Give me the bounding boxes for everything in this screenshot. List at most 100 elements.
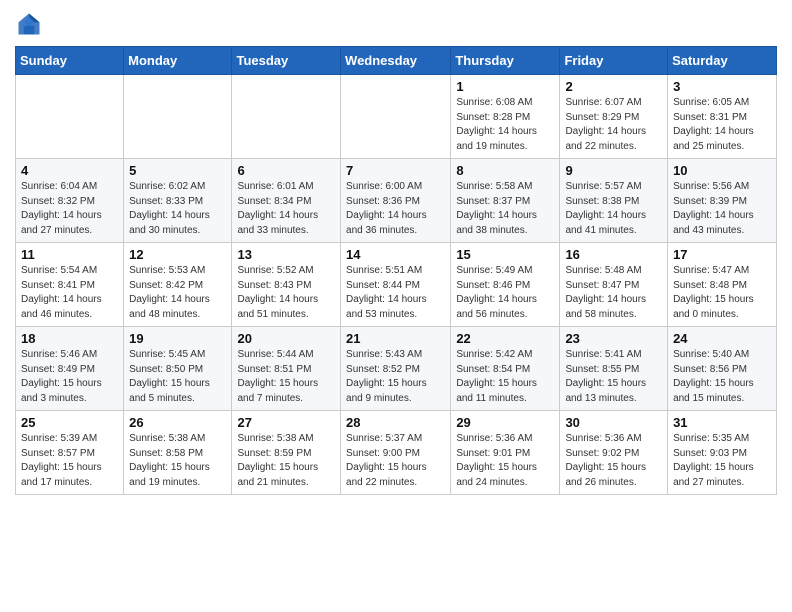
calendar-cell: 10 Sunrise: 5:56 AM Sunset: 8:39 PM Dayli…: [668, 159, 777, 243]
day-number: 17: [673, 247, 771, 262]
logo-icon: [15, 10, 43, 38]
day-number: 23: [565, 331, 662, 346]
day-number: 13: [237, 247, 335, 262]
day-number: 1: [456, 79, 554, 94]
calendar-cell: 17 Sunrise: 5:47 AM Sunset: 8:48 PM Dayli…: [668, 243, 777, 327]
calendar-cell: 4 Sunrise: 6:04 AM Sunset: 8:32 PM Daylig…: [16, 159, 124, 243]
day-info: Sunrise: 5:38 AM Sunset: 8:59 PM Dayligh…: [237, 432, 335, 490]
day-info: Sunrise: 5:57 AM Sunset: 8:38 PM Dayligh…: [565, 180, 662, 238]
calendar-cell: 30Sunrise: 5:36 AM Sunset: 9:02 PM Dayli…: [560, 411, 668, 495]
day-number: 3: [673, 79, 771, 94]
day-info: Sunrise: 6:08 AM Sunset: 8:28 PM Dayligh…: [456, 96, 554, 154]
day-info: Sunrise: 5:56 AM Sunset: 8:39 PM Dayligh…: [673, 180, 771, 238]
day-info: Sunrise: 5:52 AM Sunset: 8:43 PM Dayligh…: [237, 264, 335, 322]
day-number: 21: [346, 331, 445, 346]
calendar-header-row: SundayMondayTuesdayWednesdayThursdayFrid…: [16, 47, 777, 75]
day-number: 31: [673, 415, 771, 430]
calendar-cell: 26 Sunrise: 5:38 AM Sunset: 8:58 PM Dayli…: [124, 411, 232, 495]
calendar-cell: 29 Sunrise: 5:36 AM Sunset: 9:01 PM Dayli…: [451, 411, 560, 495]
calendar-cell: 25Sunrise: 5:39 AM Sunset: 8:57 PM Dayli…: [16, 411, 124, 495]
day-info: Sunrise: 5:41 AM Sunset: 8:55 PM Dayligh…: [565, 348, 662, 406]
day-number: 18: [21, 331, 118, 346]
day-info: Sunrise: 5:36 AM Sunset: 9:01 PM Dayligh…: [456, 432, 554, 490]
calendar-cell: 2 Sunrise: 6:07 AM Sunset: 8:29 PM Daylig…: [560, 75, 668, 159]
day-number: 16: [565, 247, 662, 262]
calendar-cell: 31Sunrise: 5:35 AM Sunset: 9:03 PM Dayli…: [668, 411, 777, 495]
day-info: Sunrise: 5:48 AM Sunset: 8:47 PM Dayligh…: [565, 264, 662, 322]
calendar-cell: [341, 75, 451, 159]
calendar-cell: 22 Sunrise: 5:42 AM Sunset: 8:54 PM Dayli…: [451, 327, 560, 411]
calendar-cell: 21 Sunrise: 5:43 AM Sunset: 8:52 PM Dayli…: [341, 327, 451, 411]
day-number: 26: [129, 415, 226, 430]
weekday-header-friday: Friday: [560, 47, 668, 75]
day-number: 2: [565, 79, 662, 94]
calendar-cell: 1 Sunrise: 6:08 AM Sunset: 8:28 PM Daylig…: [451, 75, 560, 159]
day-info: Sunrise: 5:39 AM Sunset: 8:57 PM Dayligh…: [21, 432, 118, 490]
calendar-cell: 18 Sunrise: 5:46 AM Sunset: 8:49 PM Dayli…: [16, 327, 124, 411]
calendar-cell: 24Sunrise: 5:40 AM Sunset: 8:56 PM Dayli…: [668, 327, 777, 411]
day-info: Sunrise: 6:04 AM Sunset: 8:32 PM Dayligh…: [21, 180, 118, 238]
calendar-cell: 6 Sunrise: 6:01 AM Sunset: 8:34 PM Daylig…: [232, 159, 341, 243]
day-info: Sunrise: 5:42 AM Sunset: 8:54 PM Dayligh…: [456, 348, 554, 406]
day-number: 24: [673, 331, 771, 346]
day-info: Sunrise: 5:47 AM Sunset: 8:48 PM Dayligh…: [673, 264, 771, 322]
day-number: 11: [21, 247, 118, 262]
calendar-cell: 12 Sunrise: 5:53 AM Sunset: 8:42 PM Dayli…: [124, 243, 232, 327]
day-info: Sunrise: 6:01 AM Sunset: 8:34 PM Dayligh…: [237, 180, 335, 238]
day-number: 7: [346, 163, 445, 178]
header: [15, 10, 777, 38]
day-number: 20: [237, 331, 335, 346]
day-number: 12: [129, 247, 226, 262]
day-info: Sunrise: 5:38 AM Sunset: 8:58 PM Dayligh…: [129, 432, 226, 490]
day-info: Sunrise: 5:43 AM Sunset: 8:52 PM Dayligh…: [346, 348, 445, 406]
calendar-week-row: 18 Sunrise: 5:46 AM Sunset: 8:49 PM Dayli…: [16, 327, 777, 411]
calendar-cell: [124, 75, 232, 159]
day-info: Sunrise: 5:46 AM Sunset: 8:49 PM Dayligh…: [21, 348, 118, 406]
calendar-cell: 14Sunrise: 5:51 AM Sunset: 8:44 PM Dayli…: [341, 243, 451, 327]
day-info: Sunrise: 6:00 AM Sunset: 8:36 PM Dayligh…: [346, 180, 445, 238]
day-info: Sunrise: 5:53 AM Sunset: 8:42 PM Dayligh…: [129, 264, 226, 322]
calendar-week-row: 11 Sunrise: 5:54 AM Sunset: 8:41 PM Dayli…: [16, 243, 777, 327]
day-info: Sunrise: 5:44 AM Sunset: 8:51 PM Dayligh…: [237, 348, 335, 406]
calendar-cell: 16 Sunrise: 5:48 AM Sunset: 8:47 PM Dayli…: [560, 243, 668, 327]
day-number: 15: [456, 247, 554, 262]
weekday-header-sunday: Sunday: [16, 47, 124, 75]
calendar-cell: 7 Sunrise: 6:00 AM Sunset: 8:36 PM Daylig…: [341, 159, 451, 243]
calendar-cell: [16, 75, 124, 159]
day-number: 28: [346, 415, 445, 430]
day-info: Sunrise: 6:07 AM Sunset: 8:29 PM Dayligh…: [565, 96, 662, 154]
calendar-cell: 20 Sunrise: 5:44 AM Sunset: 8:51 PM Dayli…: [232, 327, 341, 411]
calendar-cell: 8Sunrise: 5:58 AM Sunset: 8:37 PM Daylig…: [451, 159, 560, 243]
day-number: 14: [346, 247, 445, 262]
calendar-cell: 23 Sunrise: 5:41 AM Sunset: 8:55 PM Dayli…: [560, 327, 668, 411]
calendar-week-row: 1 Sunrise: 6:08 AM Sunset: 8:28 PM Daylig…: [16, 75, 777, 159]
calendar-cell: 19Sunrise: 5:45 AM Sunset: 8:50 PM Dayli…: [124, 327, 232, 411]
calendar-cell: 9 Sunrise: 5:57 AM Sunset: 8:38 PM Daylig…: [560, 159, 668, 243]
day-info: Sunrise: 5:37 AM Sunset: 9:00 PM Dayligh…: [346, 432, 445, 490]
day-number: 5: [129, 163, 226, 178]
weekday-header-thursday: Thursday: [451, 47, 560, 75]
day-number: 30: [565, 415, 662, 430]
day-info: Sunrise: 6:02 AM Sunset: 8:33 PM Dayligh…: [129, 180, 226, 238]
day-number: 9: [565, 163, 662, 178]
calendar-cell: 11 Sunrise: 5:54 AM Sunset: 8:41 PM Dayli…: [16, 243, 124, 327]
calendar-cell: 5 Sunrise: 6:02 AM Sunset: 8:33 PM Daylig…: [124, 159, 232, 243]
calendar-cell: 28 Sunrise: 5:37 AM Sunset: 9:00 PM Dayli…: [341, 411, 451, 495]
weekday-header-wednesday: Wednesday: [341, 47, 451, 75]
day-info: Sunrise: 5:54 AM Sunset: 8:41 PM Dayligh…: [21, 264, 118, 322]
day-number: 19: [129, 331, 226, 346]
calendar-cell: 13 Sunrise: 5:52 AM Sunset: 8:43 PM Dayli…: [232, 243, 341, 327]
day-number: 27: [237, 415, 335, 430]
calendar-week-row: 4 Sunrise: 6:04 AM Sunset: 8:32 PM Daylig…: [16, 159, 777, 243]
calendar-cell: 27 Sunrise: 5:38 AM Sunset: 8:59 PM Dayli…: [232, 411, 341, 495]
day-number: 6: [237, 163, 335, 178]
calendar-week-row: 25Sunrise: 5:39 AM Sunset: 8:57 PM Dayli…: [16, 411, 777, 495]
weekday-header-saturday: Saturday: [668, 47, 777, 75]
calendar-table: SundayMondayTuesdayWednesdayThursdayFrid…: [15, 46, 777, 495]
day-number: 22: [456, 331, 554, 346]
day-number: 29: [456, 415, 554, 430]
day-number: 10: [673, 163, 771, 178]
day-number: 4: [21, 163, 118, 178]
logo: [15, 10, 47, 38]
day-info: Sunrise: 5:58 AM Sunset: 8:37 PM Dayligh…: [456, 180, 554, 238]
